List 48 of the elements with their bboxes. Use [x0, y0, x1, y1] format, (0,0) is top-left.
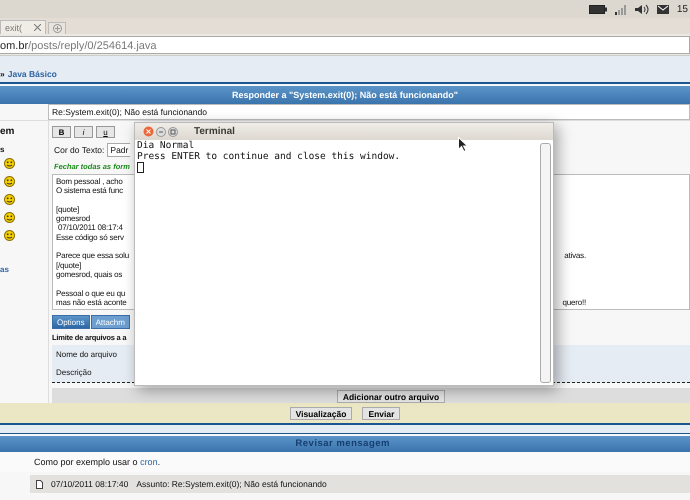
mouse-pointer-icon — [458, 137, 468, 152]
add-file-button[interactable]: Adicionar outro arquivo — [336, 390, 446, 403]
address-field[interactable]: om.br/posts/reply/0/254614.java — [0, 36, 690, 54]
submit-button[interactable]: Enviar — [362, 406, 400, 420]
post-subject: Assunto: Re:System.exit(0); Não está funcionando — [136, 479, 327, 489]
browser-tab[interactable]: exit( — [0, 20, 46, 34]
form-tab[interactable]: Options — [52, 315, 90, 330]
smiley-icon[interactable] — [4, 194, 15, 205]
terminal-line: Press ENTER to continue and close this window. — [137, 151, 400, 162]
smiley-icon[interactable] — [4, 212, 15, 223]
tab-title: exit( — [5, 22, 22, 32]
form-header: Responder a "System.exit(0); Não está funcionando" — [0, 86, 690, 104]
smiley-icon[interactable] — [4, 176, 15, 187]
battery-icon[interactable] — [588, 4, 607, 14]
submit-button[interactable]: Visualização — [290, 406, 352, 420]
format-button[interactable]: u — [96, 126, 115, 138]
field-label: em — [0, 126, 14, 137]
side-link[interactable]: as — [0, 265, 9, 274]
smiley-icon[interactable] — [4, 158, 15, 169]
window-title: Terminal — [194, 126, 235, 137]
field-label: Nome do arquivo — [56, 350, 118, 360]
terminal-line: Dia Normal — [137, 140, 194, 151]
text-cursor — [137, 162, 144, 173]
format-button[interactable]: i — [74, 126, 93, 138]
post-date: 07/10/2011 08:17:40 — [51, 479, 128, 489]
scrollbar[interactable] — [540, 143, 551, 383]
color-label: Cor do Texto: — [54, 145, 104, 155]
review-header: Revisar mensagem — [0, 436, 690, 452]
breadcrumb-separator: » — [0, 69, 5, 79]
subject-field[interactable]: Re:System.exit(0); Não está funcionando — [48, 104, 690, 120]
maximize-icon[interactable] — [168, 126, 178, 136]
close-icon[interactable] — [143, 126, 154, 137]
field-label: Descrição — [56, 368, 93, 378]
mail-icon[interactable] — [656, 4, 669, 14]
text-link[interactable]: cron — [140, 457, 158, 467]
signal-icon[interactable] — [614, 4, 627, 14]
field-label: s — [0, 145, 4, 154]
breadcrumb-link[interactable]: Java Básico — [8, 69, 57, 79]
smiley-icon[interactable] — [4, 230, 15, 241]
close-icon[interactable] — [34, 24, 41, 31]
format-button[interactable]: B — [52, 126, 71, 138]
clock: 15 — [676, 4, 688, 14]
review-text: Como por exemplo usar o cron. — [34, 457, 160, 467]
document-icon — [36, 480, 43, 488]
plus-icon — [52, 24, 62, 33]
volume-icon[interactable] — [634, 4, 649, 14]
color-select[interactable]: Padr — [107, 143, 130, 157]
minimize-icon[interactable] — [156, 126, 166, 136]
